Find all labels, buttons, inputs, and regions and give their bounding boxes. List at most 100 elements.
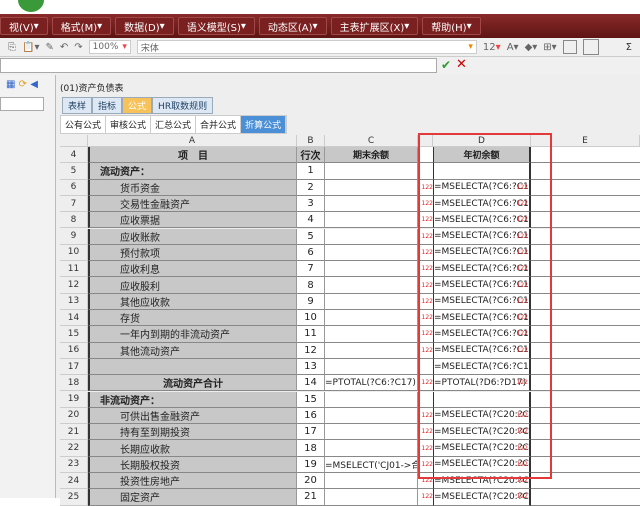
redo-icon[interactable]: ↷ <box>74 42 82 53</box>
closing-balance-cell[interactable] <box>325 342 418 359</box>
menu-item[interactable]: 主表扩展区(X) ▾ <box>330 17 419 35</box>
empty-cell[interactable] <box>531 212 640 229</box>
opening-balance-cell[interactable]: =MSELECTA(?C6:?C1 122 <box>433 212 531 229</box>
line-number-cell[interactable]: 18 <box>297 440 325 457</box>
closing-balance-cell[interactable] <box>325 358 418 376</box>
line-number-cell[interactable]: 行次 <box>297 147 325 164</box>
copy-icon[interactable]: ⎘ <box>8 42 16 53</box>
item-cell[interactable]: 交易性金融资产 <box>88 195 297 213</box>
column-header[interactable]: C <box>325 135 418 147</box>
item-cell[interactable]: 投资性房地产 <box>88 473 297 490</box>
row-number[interactable]: 21 <box>60 424 88 441</box>
formula-marker-cell[interactable]: 122 <box>418 326 433 343</box>
sum-icon[interactable]: Σ <box>626 42 632 53</box>
tab-2[interactable]: 公式 <box>122 97 153 114</box>
formula-marker-cell[interactable]: 122 <box>418 228 433 245</box>
closing-balance-cell[interactable] <box>325 326 418 343</box>
item-cell[interactable]: 长期股权投资 <box>88 456 297 473</box>
formula-marker-cell[interactable]: 122 <box>418 293 433 310</box>
column-header[interactable] <box>60 135 88 147</box>
refresh-icon[interactable]: ⟳ <box>19 79 27 90</box>
item-cell[interactable]: 应收票据 <box>88 212 297 229</box>
line-number-cell[interactable]: 1 <box>297 163 325 180</box>
item-cell[interactable]: 固定资产 <box>88 489 297 506</box>
row-number[interactable]: 12 <box>60 277 88 294</box>
empty-cell[interactable] <box>531 440 640 457</box>
formula-marker-cell[interactable]: 122 <box>418 440 433 457</box>
closing-balance-cell[interactable] <box>325 228 418 245</box>
formula-marker-cell[interactable]: 122 <box>418 179 433 196</box>
opening-balance-cell[interactable]: =MSELECTA(?C6:?C1 122 <box>433 342 531 359</box>
line-number-cell[interactable]: 4 <box>297 212 325 229</box>
subtab-4[interactable]: 折算公式 <box>241 116 287 133</box>
opening-balance-cell[interactable]: =MSELECTA(?C6:?C1 122 <box>433 228 531 245</box>
opening-balance-cell[interactable]: =MSELECTA(?C6:?C1 122 <box>433 326 531 343</box>
cancel-icon[interactable]: ✕ <box>456 57 467 72</box>
fill-color-icon[interactable]: ◆▾ <box>525 42 538 53</box>
row-number[interactable]: 17 <box>60 358 88 376</box>
formula-marker-cell[interactable]: 122 <box>418 212 433 229</box>
opening-balance-cell[interactable]: =MSELECTA(?C6:?C1 122 <box>433 244 531 262</box>
closing-balance-cell[interactable]: =MSELECT('CJ01->合计 <box>325 456 418 473</box>
line-number-cell[interactable]: 9 <box>297 293 325 310</box>
row-number[interactable]: 7 <box>60 195 88 213</box>
formula-marker-cell[interactable]: 122 <box>418 261 433 278</box>
cell-icon[interactable] <box>582 39 599 55</box>
empty-cell[interactable] <box>531 310 640 327</box>
paste-icon[interactable]: 📋▾ <box>22 42 39 53</box>
row-number[interactable]: 18 <box>60 375 88 392</box>
item-cell[interactable]: 应收股利 <box>88 277 297 294</box>
menu-item[interactable]: 数据(D) ▾ <box>115 17 174 35</box>
opening-balance-cell[interactable]: =MSELECTA(?C20:?C 122 <box>433 440 531 457</box>
merge-icon[interactable] <box>562 40 577 54</box>
column-header[interactable] <box>418 135 433 147</box>
empty-cell[interactable] <box>531 163 640 180</box>
closing-balance-cell[interactable] <box>325 310 418 327</box>
row-number[interactable]: 5 <box>60 163 88 180</box>
empty-cell[interactable] <box>531 342 640 359</box>
formula-marker-cell[interactable] <box>418 358 433 376</box>
font-select[interactable]: 宋体 ▾ <box>136 40 477 54</box>
formula-marker-cell[interactable] <box>418 147 433 164</box>
empty-cell[interactable] <box>531 358 640 376</box>
item-cell[interactable]: 其他流动资产 <box>88 342 297 359</box>
line-number-cell[interactable]: 6 <box>297 244 325 262</box>
closing-balance-cell[interactable] <box>325 212 418 229</box>
empty-cell[interactable] <box>531 244 640 262</box>
row-number[interactable]: 8 <box>60 212 88 229</box>
item-cell[interactable]: 其他应收款 <box>88 293 297 310</box>
row-number[interactable]: 16 <box>60 342 88 359</box>
line-number-cell[interactable]: 15 <box>297 391 325 408</box>
item-cell[interactable]: 货币资金 <box>88 179 297 196</box>
line-number-cell[interactable]: 3 <box>297 195 325 213</box>
empty-cell[interactable] <box>531 228 640 245</box>
row-number[interactable]: 10 <box>60 244 88 262</box>
tab-0[interactable]: 表样 <box>62 97 93 114</box>
confirm-icon[interactable]: ✔ <box>441 58 451 72</box>
formula-marker-cell[interactable]: 122 <box>418 473 433 490</box>
closing-balance-cell[interactable] <box>325 489 418 506</box>
opening-balance-cell[interactable]: =MSELECTA(?C20:?C 122 <box>433 424 531 441</box>
row-number[interactable]: 9 <box>60 228 88 245</box>
border-icon[interactable]: ⊞▾ <box>543 42 556 53</box>
empty-cell[interactable] <box>531 195 640 213</box>
opening-balance-cell[interactable]: =MSELECTA(?C6:?C1 122 <box>433 261 531 278</box>
formula-marker-cell[interactable]: 122 <box>418 244 433 262</box>
empty-cell[interactable] <box>531 293 640 310</box>
empty-cell[interactable] <box>531 391 640 408</box>
row-number[interactable]: 25 <box>60 489 88 506</box>
formula-marker-cell[interactable]: 122 <box>418 277 433 294</box>
item-cell[interactable] <box>88 358 297 376</box>
formula-marker-cell[interactable]: 122 <box>418 375 433 392</box>
item-cell[interactable]: 持有至到期投资 <box>88 424 297 441</box>
line-number-cell[interactable]: 13 <box>297 358 325 376</box>
menu-item[interactable]: 格式(M) ▾ <box>51 17 112 35</box>
row-number[interactable]: 22 <box>60 440 88 457</box>
closing-balance-cell[interactable] <box>325 424 418 441</box>
formula-marker-cell[interactable]: 122 <box>418 489 433 506</box>
item-cell[interactable]: 长期应收款 <box>88 440 297 457</box>
font-size-select[interactable]: 12▾ <box>483 42 501 53</box>
line-number-cell[interactable]: 21 <box>297 489 325 506</box>
line-number-cell[interactable]: 7 <box>297 261 325 278</box>
opening-balance-cell[interactable]: =MSELECTA(?C6:?C1 122 <box>433 179 531 196</box>
